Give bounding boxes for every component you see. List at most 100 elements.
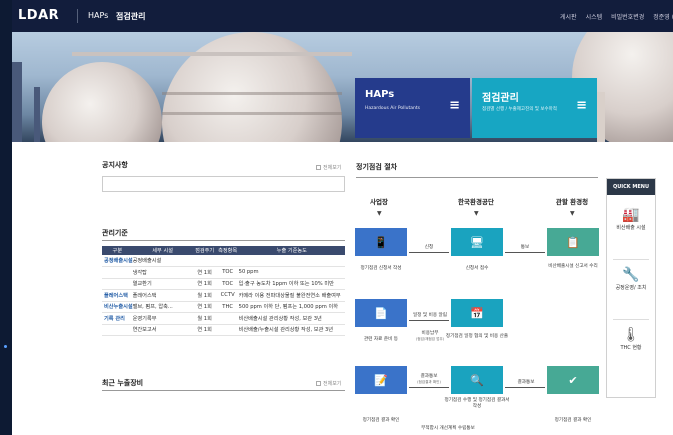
step-label: 정기점검 결과 확인 — [554, 418, 592, 423]
flow-line — [409, 252, 449, 253]
col-env-office: 관할 환경청 — [555, 198, 589, 206]
cell-cat: 기록 관리 — [102, 312, 133, 325]
col-header: 누출 기준농도 — [238, 246, 345, 255]
cell-crit: 비산배출/누출시설 관리상황 작성, 보관 3년 — [238, 324, 345, 336]
pipe-shape — [72, 52, 352, 56]
factory-icon: 🏭 — [622, 207, 640, 223]
quick-divider — [613, 319, 649, 320]
notice-list — [102, 176, 345, 192]
conn-result2: 결과통보 — [517, 380, 535, 385]
conn-apply: 신청 — [424, 245, 434, 250]
conn-schedule: 일정 및 비용 알림 — [413, 313, 447, 318]
cell-item: THC — [216, 301, 239, 313]
nav-password-link[interactable]: 비밀번호변경 — [611, 12, 644, 21]
quick-item-process[interactable]: 🔧 공정운영/ 조치 — [607, 267, 655, 292]
nav-inspection[interactable]: 점검관리 — [116, 11, 145, 22]
cell-cycle: 연 1회 — [192, 301, 217, 313]
cell-cycle: 연 1회 — [192, 324, 217, 336]
quick-item-thc[interactable]: 🌡 THC 현황 — [607, 327, 655, 352]
step-result-confirm-icon[interactable]: ✔ — [547, 366, 599, 394]
col-business: 사업장 — [370, 198, 388, 206]
conn-cost: 비용납부 — [421, 331, 439, 336]
cell-item — [216, 255, 239, 267]
cell-cat — [102, 278, 133, 290]
hero-banner: HAPs Hazardous Air Pollutants ≡ 점검관리 점검별… — [12, 32, 673, 142]
haps-card[interactable]: HAPs Hazardous Air Pollutants ≡ — [355, 78, 470, 138]
inspection-card-subtitle: 점검별 선행 / 누출제고진의 및 보수마적 — [482, 107, 557, 112]
cell-fac: 밸브, 펌프, 압축... — [132, 301, 193, 313]
cell-cycle: 연 1회 — [192, 278, 217, 290]
tower-shape — [12, 62, 22, 142]
nav-divider — [77, 9, 78, 23]
conn-plan: 부적합시 개선계획 수립통보 — [421, 426, 475, 431]
conn-result1-note: (점검결과 확인) — [417, 380, 441, 384]
cell-fac: 공정배출시설 — [132, 255, 193, 267]
flow-line — [505, 387, 545, 388]
step-schedule-icon[interactable]: 📅 — [451, 299, 503, 327]
conn-result1: 결과통보 — [420, 374, 438, 379]
leak-more-link[interactable]: 전체보기 — [316, 380, 341, 387]
probe-icon: 🌡 — [622, 327, 640, 343]
table-header-row: 구분 세부 시설 점검주기 측정항목 누출 기준농도 — [102, 246, 345, 255]
mgmt-title: 관리기준 — [102, 229, 128, 237]
step-label: 정기점검 수행 및 정기점검 결과서 작성 — [444, 398, 510, 409]
step-prepare-icon[interactable]: 📄 — [355, 299, 407, 327]
nav-user-name[interactable]: 정준영 (산업융합 — [653, 12, 673, 21]
notice-more-label: 전체보기 — [323, 165, 342, 171]
notice-more-link[interactable]: 전체보기 — [316, 164, 341, 171]
table-row: 플레어스택 플레어스택 월 1회 CCTV 카메라 이용 전파대상물질 불완전연소 배출… — [102, 289, 345, 302]
conn-notify: 통보 — [520, 245, 530, 250]
haps-card-subtitle: Hazardous Air Pollutants — [365, 106, 421, 111]
step-apply-icon[interactable]: 📱 — [355, 228, 407, 256]
nav-board-link[interactable]: 게시판 — [560, 12, 577, 21]
flow-line — [409, 320, 449, 321]
step-result-check-icon[interactable]: 📝 — [355, 366, 407, 394]
nav-system-link[interactable]: 시스템 — [586, 12, 603, 21]
quick-item-label: 비산배출 시설 — [616, 225, 646, 231]
top-navbar: LDAR HAPs 점검관리 게시판 시스템 비밀번호변경 정준영 (산업융합 — [12, 0, 673, 32]
cell-fac: 열교환기 — [132, 278, 193, 290]
cell-crit: 500 ppm 이하 단, 펌프는 1,000 ppm 이하 — [238, 301, 345, 313]
left-edge-bar — [0, 0, 12, 435]
cell-fac: 연간보고서 — [132, 324, 193, 336]
inspection-card-title: 점검관리 — [482, 93, 519, 104]
leak-more-label: 전체보기 — [323, 381, 342, 387]
cell-item: TOC — [216, 278, 239, 290]
nav-haps[interactable]: HAPs — [88, 11, 108, 20]
step-label: 비산배출시설 신고서 수리 — [548, 264, 598, 269]
table-row: 열교환기 연 1회 TOC 입·출구 농도차 1ppm 이하 또는 10% 미만 — [102, 278, 345, 290]
mgmt-table: 구분 세부 시설 점검주기 측정항목 누출 기준농도 공정배출시설 공정배출시설 냉… — [102, 246, 345, 336]
leak-divider — [102, 390, 345, 391]
haps-card-title: HAPs — [365, 89, 395, 100]
cell-cat: 비산누출시설 — [102, 301, 133, 313]
step-perform-icon[interactable]: 🔍 — [451, 366, 503, 394]
leak-title: 최근 누출장비 — [102, 379, 144, 387]
cell-cycle — [192, 255, 217, 267]
cell-item: CCTV — [216, 289, 239, 302]
arrow-down-icon: ▼ — [570, 210, 575, 217]
app-logo[interactable]: LDAR — [18, 8, 59, 23]
quick-divider — [613, 259, 649, 260]
cell-cat — [102, 324, 133, 336]
quick-item-emission[interactable]: 🏭 비산배출 시설 — [607, 207, 655, 232]
cell-crit: 비산배출시설 관리상황 작성, 보관 3년 — [238, 312, 345, 325]
gas-tank-image — [162, 32, 342, 142]
conn-cost-note: (점검/재점검 업무) — [415, 337, 445, 341]
cell-crit: 카메라 이용 전파대상물질 불완전연소 배출여부 — [238, 289, 345, 302]
col-header: 구분 — [102, 246, 133, 255]
step-label: 정기점검 신청서 작성 — [360, 266, 402, 271]
cell-cycle: 연 1회 — [192, 266, 217, 279]
notice-title: 공지사항 — [102, 161, 128, 169]
step-accept-icon[interactable]: 📋 — [547, 228, 599, 256]
quick-menu: QUICK MENU 🏭 비산배출 시설 🔧 공정운영/ 조치 🌡 THC 현황 — [606, 178, 656, 398]
checkbox-icon — [316, 381, 321, 386]
arrow-down-icon: ▼ — [377, 210, 382, 217]
tank-band — [162, 92, 342, 95]
step-receive-icon[interactable]: 🖥 — [451, 228, 503, 256]
table-row: 냉각탑 연 1회 TOC 50 ppm — [102, 266, 345, 279]
quick-item-label: THC 현황 — [620, 345, 642, 351]
table-row: 기록 관리 운영기록부 월 1회 비산배출시설 관리상황 작성, 보관 3년 — [102, 312, 345, 325]
menu-icon: ≡ — [576, 98, 587, 113]
checkbox-icon — [316, 165, 321, 170]
inspection-card[interactable]: 점검관리 점검별 선행 / 누출제고진의 및 보수마적 ≡ — [472, 78, 597, 138]
